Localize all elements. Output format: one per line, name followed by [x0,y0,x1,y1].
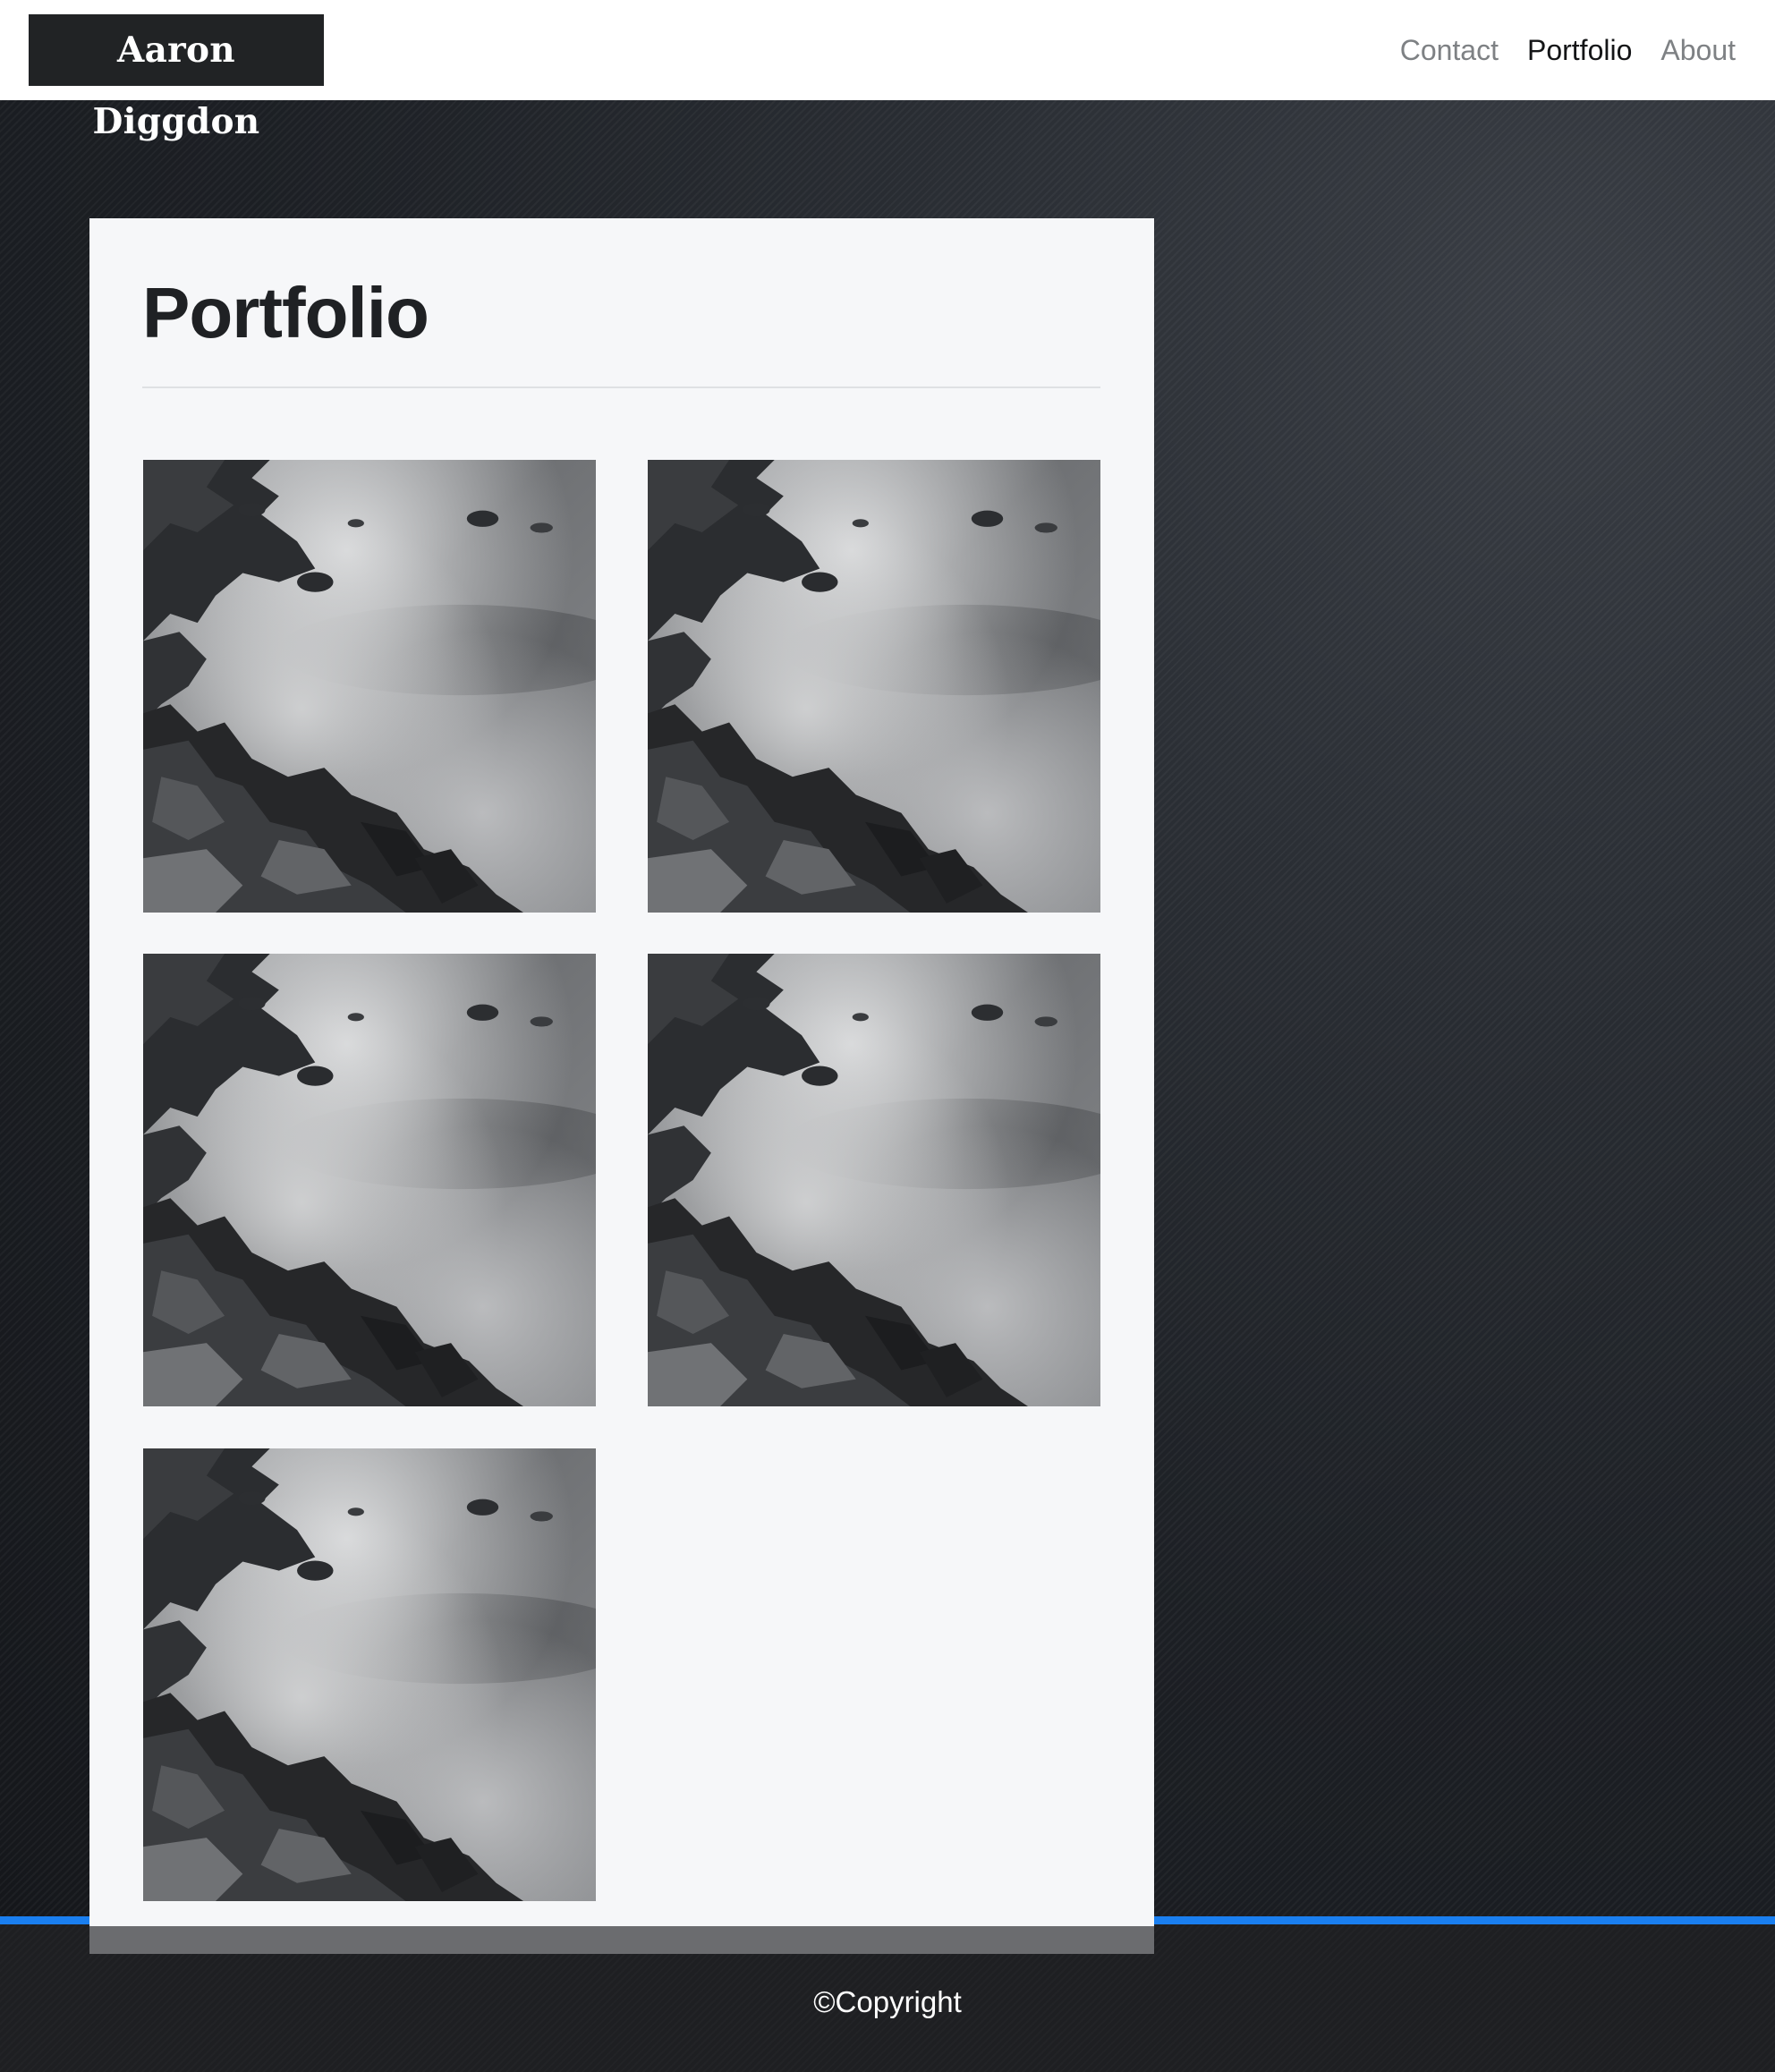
gallery-photo-2[interactable] [648,460,1100,913]
nav-links: Contact Portfolio About [1400,0,1736,100]
brand-logo[interactable]: Aaron Diggdon [29,14,324,142]
gallery-photo-3[interactable] [143,954,596,1406]
page-title: Portfolio [142,273,429,352]
nav-link-contact[interactable]: Contact [1400,34,1499,67]
top-navbar: Aaron Diggdon Contact Portfolio About [0,0,1775,142]
copyright-text: ©Copyright [813,1985,962,2018]
gallery-photo-1[interactable] [143,460,596,913]
nav-link-portfolio[interactable]: Portfolio [1527,34,1632,67]
card-bottom-strip [89,1926,1154,1954]
portfolio-card: Portfolio [89,218,1154,1954]
gallery-photo-4[interactable] [648,954,1100,1406]
nav-link-about[interactable]: About [1660,34,1736,67]
gallery-photo-5[interactable] [143,1448,596,1901]
title-divider [142,386,1100,388]
